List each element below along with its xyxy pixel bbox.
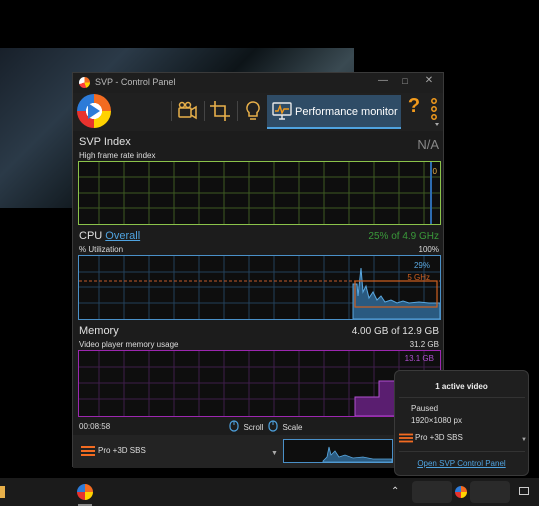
- chevron-down-icon[interactable]: ▼: [271, 450, 278, 457]
- toolbar-divider: [204, 101, 205, 121]
- folder-icon[interactable]: [0, 486, 5, 498]
- help-icon[interactable]: ?: [405, 95, 423, 127]
- tray-blurred-area: [470, 481, 510, 503]
- profile-icon: [81, 446, 95, 456]
- popup-divider: [399, 451, 525, 452]
- popup-resolution: 1920×1080 px: [411, 416, 462, 425]
- minimize-icon[interactable]: —: [373, 75, 393, 86]
- window-title: SVP - Control Panel: [95, 77, 176, 87]
- profile-select[interactable]: Pro +3D SBS: [98, 446, 146, 455]
- memory-graph-label: 13.1 GB: [404, 354, 434, 363]
- memory-value: 4.00 GB of 12.9 GB: [351, 326, 439, 337]
- popup-title: 1 active video: [435, 382, 488, 391]
- svp-tray-icon[interactable]: [455, 486, 467, 498]
- cpu-max: 100%: [418, 245, 439, 254]
- memory-max: 31.2 GB: [409, 340, 439, 349]
- popup-state: Paused: [411, 404, 439, 413]
- svp-index-value: N/A: [417, 137, 439, 152]
- chevron-down-icon[interactable]: ▼: [521, 437, 527, 443]
- svp-control-panel-window: SVP - Control Panel — □ ✕ Performance mo…: [72, 72, 444, 468]
- profile-icon: [399, 433, 413, 443]
- memory-subtitle: Video player memory usage: [79, 340, 179, 349]
- cpu-graph: 29% 5 GHz: [78, 255, 441, 320]
- cpu-subtitle: % Utilization: [79, 245, 124, 254]
- monitor-icon: [272, 102, 292, 120]
- svp-index-title: SVP Index: [79, 136, 131, 148]
- notifications-icon[interactable]: [519, 487, 529, 495]
- profile-bar: Pro +3D SBS ▼: [73, 435, 443, 468]
- svp-index-grid: [79, 162, 440, 224]
- svp-logo-icon: [79, 77, 90, 88]
- more-icon[interactable]: [427, 95, 441, 127]
- cpu-grid: [79, 256, 440, 319]
- memory-grid: [79, 351, 440, 416]
- cpu-value: 25% of 4.9 GHz: [368, 231, 439, 242]
- mouse-icon: [229, 420, 239, 432]
- mini-cpu-graph: [283, 439, 393, 463]
- cpu-graph-label-1: 29%: [413, 261, 430, 270]
- memory-title: Memory: [79, 325, 119, 337]
- close-icon[interactable]: ✕: [419, 75, 439, 86]
- maximize-icon[interactable]: □: [395, 76, 415, 86]
- tab-performance-monitor-label: Performance monitor: [295, 106, 398, 118]
- tab-performance-monitor[interactable]: Performance monitor: [267, 95, 401, 129]
- svp-index-subtitle: High frame rate index: [79, 151, 156, 160]
- lightbulb-icon[interactable]: [239, 97, 267, 125]
- video-icon[interactable]: [173, 97, 201, 125]
- popup-divider: [399, 397, 525, 398]
- cpu-graph-label-2: 5 GHz: [407, 273, 430, 282]
- cpu-overall-link[interactable]: Overall: [105, 230, 140, 242]
- toolbar-divider: [171, 101, 172, 121]
- open-control-panel-link[interactable]: Open SVP Control Panel: [395, 459, 528, 468]
- mouse-icon: [268, 420, 278, 432]
- toolbar-divider: [237, 101, 238, 121]
- svp-taskbar-icon[interactable]: [77, 484, 93, 500]
- crop-icon[interactable]: [206, 97, 234, 125]
- elapsed-time: 00:08:58: [79, 422, 111, 431]
- memory-graph: 13.1 GB: [78, 350, 441, 417]
- cpu-title: CPU Overall: [79, 230, 140, 242]
- title-bar[interactable]: SVP - Control Panel — □ ✕: [73, 73, 443, 93]
- scale-label: Scale: [282, 423, 303, 432]
- tray-blurred-area: [412, 481, 452, 503]
- chevron-up-icon[interactable]: ⌃: [391, 486, 399, 497]
- taskbar: ⌃: [0, 478, 539, 506]
- svp-index-graph: 0: [78, 161, 441, 225]
- play-icon: [88, 103, 100, 119]
- svp-index-graph-value: 0: [432, 167, 437, 176]
- cpu-title-label: CPU: [79, 230, 103, 242]
- toolbar: Performance monitor ?: [73, 93, 443, 131]
- scroll-label: Scroll: [243, 423, 264, 432]
- active-video-popup: 1 active video Paused 1920×1080 px Pro +…: [394, 370, 529, 476]
- popup-profile-select[interactable]: Pro +3D SBS: [415, 433, 463, 442]
